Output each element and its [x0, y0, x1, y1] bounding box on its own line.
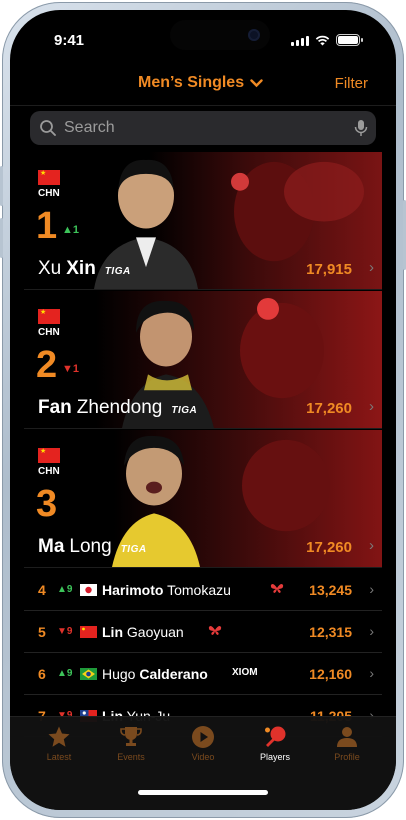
star-icon	[48, 726, 70, 747]
tab-video[interactable]: Video	[168, 725, 238, 762]
tab-events[interactable]: Events	[96, 725, 166, 762]
country-code: CHN	[38, 466, 60, 477]
first-name: Ma	[38, 536, 65, 557]
rank-change: ▲1	[62, 224, 80, 236]
trophy-icon	[120, 727, 142, 746]
rank-number: 5	[38, 624, 46, 640]
app-screen: 9:41 Men’s Singles Filter Search ★ CHN 1…	[10, 10, 396, 810]
sponsor-logo: TIGA	[171, 405, 198, 416]
chevron-right-icon: ›	[369, 623, 374, 639]
first-name: Xu	[38, 258, 62, 279]
rank-number: 4	[38, 582, 46, 598]
rank-change: ▼1	[62, 363, 80, 375]
rank-change: ▼9	[57, 626, 73, 637]
category-selector[interactable]: Men’s Singles	[138, 74, 263, 92]
tab-bar: Latest Events Video Players Profile	[10, 716, 396, 810]
sponsor-logo: XIOM	[232, 667, 258, 678]
tab-players[interactable]: Players	[240, 725, 310, 762]
player-name: Lin Gaoyuan	[102, 624, 184, 640]
china-flag-icon	[38, 309, 60, 324]
chevron-down-icon	[250, 78, 263, 87]
volume-button	[0, 166, 3, 206]
featured-player-card[interactable]: CHN 1 ▲1 Xu Xin TIGA 17,915 ›	[24, 152, 382, 290]
ranking-points: 17,260	[306, 400, 352, 417]
person-icon	[337, 727, 357, 747]
rank-number: 1	[36, 205, 58, 247]
country-code: CHN	[38, 327, 60, 338]
butterfly-icon	[270, 584, 284, 593]
first-name: Fan	[38, 397, 72, 418]
wifi-icon	[315, 35, 330, 45]
featured-player-card[interactable]: CHN 2 ▼1 Fan Zhendong TIGA 17,260 ›	[24, 291, 382, 429]
status-icons	[291, 34, 363, 46]
player-first-name: Hugo	[102, 666, 140, 682]
search-icon	[40, 120, 56, 136]
paddle-icon	[265, 726, 286, 747]
last-name: Xin	[66, 258, 96, 279]
ranking-points: 17,915	[306, 261, 352, 278]
chevron-right-icon: ›	[369, 665, 374, 681]
player-row[interactable]: 6 ▲9 Hugo Calderano XIOM 12,160 ›	[24, 653, 382, 695]
tab-latest[interactable]: Latest	[24, 725, 94, 762]
player-last-name: Lin	[102, 624, 123, 640]
player-name: Hugo Calderano	[102, 666, 208, 682]
china-flag-icon	[38, 170, 60, 185]
rank-number: 6	[38, 666, 46, 682]
microphone-icon[interactable]	[354, 119, 368, 137]
tab-label: Events	[117, 752, 145, 762]
japan-flag-icon	[80, 584, 97, 596]
featured-player-card[interactable]: CHN 3 Ma Long TIGA 17,260 ›	[24, 430, 382, 568]
player-first-name: Gaoyuan	[123, 624, 184, 640]
sponsor-logo: TIGA	[104, 266, 131, 277]
ranking-points: 12,315	[309, 624, 352, 640]
rank-change: ▲9	[57, 668, 73, 679]
search-input[interactable]	[64, 118, 324, 138]
page-title: Men’s Singles	[138, 74, 245, 91]
butterfly-icon	[208, 626, 222, 635]
volume-button	[0, 218, 3, 258]
header: Men’s Singles Filter	[10, 66, 396, 106]
last-name: Zhendong	[76, 397, 163, 418]
cellular-signal-icon	[291, 35, 309, 46]
tab-label: Latest	[46, 752, 72, 762]
home-indicator	[138, 790, 268, 795]
ranking-points: 17,260	[306, 539, 352, 556]
player-name: Harimoto Tomokazu	[102, 582, 231, 598]
player-row[interactable]: 4 ▲9 Harimoto Tomokazu 13,245 ›	[24, 569, 382, 611]
chevron-right-icon: ›	[369, 581, 374, 597]
country-code: CHN	[38, 188, 60, 199]
status-time: 9:41	[54, 32, 85, 49]
tab-label: Profile	[334, 752, 360, 762]
china-flag-icon	[38, 448, 60, 463]
player-first-name: Tomokazu	[163, 582, 231, 598]
player-name: Xu Xin TIGA	[38, 258, 131, 280]
sponsor-logo: TIGA	[120, 544, 147, 555]
player-name: Ma Long TIGA	[38, 536, 147, 558]
chevron-right-icon: ›	[369, 398, 374, 415]
status-bar: 9:41	[10, 10, 396, 66]
player-row[interactable]: 5 ▼9 Lin Gaoyuan 12,315 ›	[24, 611, 382, 653]
last-name: Long	[69, 536, 112, 557]
play-icon	[192, 726, 214, 748]
tab-profile[interactable]: Profile	[312, 725, 382, 762]
chevron-right-icon: ›	[369, 537, 374, 554]
player-last-name: Harimoto	[102, 582, 164, 598]
search-bar[interactable]	[30, 111, 376, 145]
ranking-points: 13,245	[309, 582, 352, 598]
chevron-right-icon: ›	[369, 259, 374, 276]
tab-label: Video	[191, 752, 215, 762]
brazil-flag-icon	[80, 668, 97, 680]
battery-icon	[336, 34, 363, 46]
player-last-name: Calderano	[139, 666, 208, 682]
filter-button[interactable]: Filter	[335, 75, 368, 92]
ranking-points: 12,160	[309, 666, 352, 682]
rank-number: 2	[36, 344, 58, 386]
rank-change: ▲9	[57, 584, 73, 595]
dynamic-island	[170, 20, 270, 50]
camera-icon	[248, 29, 260, 41]
tab-label: Players	[259, 752, 290, 762]
rank-number: 3	[36, 483, 58, 525]
china-flag-icon	[80, 626, 97, 638]
player-name: Fan Zhendong TIGA	[38, 397, 197, 419]
